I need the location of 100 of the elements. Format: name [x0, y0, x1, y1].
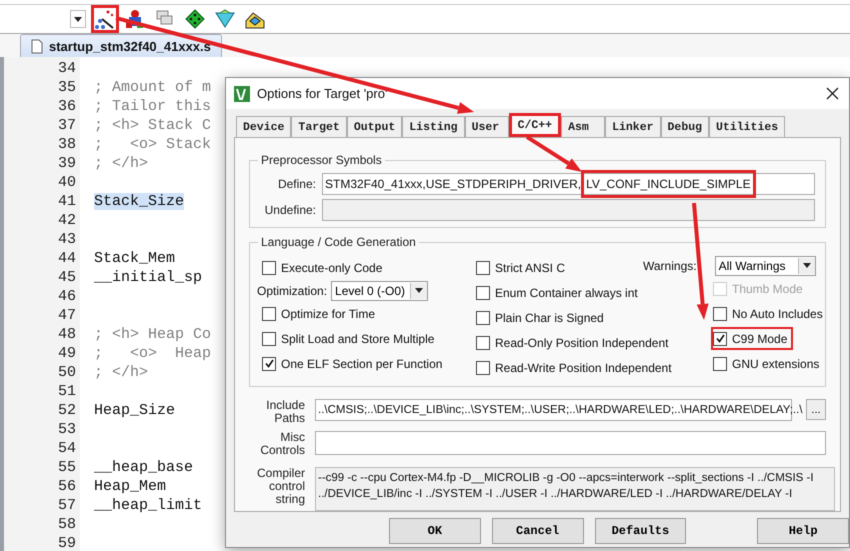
- line-number: 51: [56, 382, 77, 401]
- caret-icon: [415, 288, 424, 294]
- code-line: ; </h>: [94, 155, 148, 172]
- code-line: ; <o> Stack: [94, 136, 212, 153]
- field-text: STM32F40_41xxx,USE_STDPERIPH_DRIVER,: [325, 177, 582, 192]
- checkbox[interactable]: [713, 356, 727, 371]
- tab[interactable]: Listing: [402, 116, 465, 138]
- checkbox-label: Enum Container always int: [495, 286, 638, 300]
- check-icon: [264, 359, 274, 368]
- checkbox[interactable]: [713, 332, 727, 346]
- checkbox[interactable]: [262, 356, 276, 371]
- group-title: Preprocessor Symbols: [258, 153, 385, 168]
- browse-button[interactable]: ...: [806, 399, 826, 420]
- checkbox[interactable]: [476, 310, 490, 325]
- checkbox[interactable]: [262, 306, 276, 321]
- line-number: 54: [56, 439, 77, 458]
- dialog-button[interactable]: OK: [389, 518, 481, 544]
- wand-icon: [95, 9, 115, 29]
- checkbox-label: Execute-only Code: [281, 260, 382, 275]
- code-line: ; <o> Heap: [94, 345, 212, 362]
- tab[interactable]: Output: [346, 116, 402, 138]
- code-line: ; Amount of m: [94, 79, 212, 96]
- line-number: 59: [56, 534, 77, 551]
- checkbox[interactable]: [476, 260, 490, 275]
- diamond-icon: [185, 9, 205, 29]
- line-number: 36: [56, 97, 77, 116]
- dialog-button[interactable]: Help: [757, 518, 849, 544]
- app-icon: [234, 86, 250, 102]
- line-number: 48: [56, 325, 77, 344]
- code-line: __heap_base: [94, 459, 194, 476]
- checkbox[interactable]: [713, 306, 727, 321]
- checkbox[interactable]: [262, 260, 276, 275]
- tab[interactable]: Utilities: [709, 116, 786, 138]
- close-icon[interactable]: [826, 87, 839, 100]
- define-field[interactable]: STM32F40_41xxx,USE_STDPERIPH_DRIVER, LV_CONF_INCLUDE_SIMPLE: [322, 173, 815, 196]
- tab[interactable]: Target: [291, 116, 347, 138]
- code-line: Heap_Mem: [94, 478, 166, 495]
- line-number: 47: [56, 306, 77, 325]
- field-label: Define:: [276, 177, 316, 192]
- line-number: 43: [56, 230, 77, 249]
- dropdown[interactable]: All Warnings: [714, 256, 816, 276]
- code-line: ; <h> Heap Co: [94, 326, 212, 343]
- dropdown[interactable]: Level 0 (-O0): [331, 280, 428, 301]
- tab[interactable]: Device: [236, 116, 292, 138]
- highlighted-text: LV_CONF_INCLUDE_SIMPLE: [581, 170, 756, 198]
- code-line: ; <h> Stack C: [94, 117, 212, 134]
- line-number: 35: [56, 78, 77, 97]
- components-icon: [125, 9, 145, 29]
- tab[interactable]: User: [464, 116, 509, 138]
- code-line: __heap_limit: [94, 497, 202, 514]
- field-label: Misc Controls: [259, 431, 305, 458]
- highlighted-checkbox-row[interactable]: C99 Mode: [711, 327, 794, 350]
- misc-controls-field[interactable]: [315, 431, 826, 456]
- checkbox[interactable]: [262, 332, 276, 346]
- select-label: Optimization:: [257, 284, 328, 298]
- code-line: __initial_sp: [94, 269, 202, 286]
- tab[interactable]: Debug: [660, 116, 710, 138]
- line-number: 53: [56, 420, 77, 439]
- field-text: ..\CMSIS;..\DEVICE_LIB\inc;..\SYSTEM;..\USER;..\HARDWARE\LED;..\HARDWARE\DELAY;..\: [318, 404, 802, 416]
- file-tab[interactable]: startup_stm32f40_41xxx.s: [20, 34, 222, 57]
- compiler-string-field[interactable]: --c99 -c --cpu Cortex-M4.fp -D__MICROLIB -g -O0 --apcs=interwork --split_sections -I ../CMSIS -I ../DEVICE_LIB/inc -I ../SYSTEM -I ../USER -I ../HARDWARE/LED -I ../HARDWARE/DELAY -I: [315, 467, 835, 512]
- annotation-arrow: [526, 135, 582, 172]
- checkbox-label: Plain Char is Signed: [495, 310, 604, 325]
- tab[interactable]: Asm: [561, 116, 606, 138]
- line-number: 56: [56, 477, 77, 496]
- line-number: 58: [56, 515, 77, 534]
- line-number: 49: [56, 344, 77, 363]
- line-number: 39: [56, 154, 77, 173]
- line-number: 45: [56, 268, 77, 287]
- field-label: Compiler control string: [256, 467, 305, 506]
- checkbox[interactable]: [476, 336, 490, 350]
- tab[interactable]: Linker: [605, 116, 661, 138]
- checkbox-label: GNU extensions: [732, 356, 820, 371]
- line-number: 37: [56, 116, 77, 135]
- dialog-button[interactable]: Cancel: [492, 518, 584, 544]
- checkbox[interactable]: [476, 286, 490, 300]
- code-line: Heap_Size: [94, 402, 176, 419]
- code-line: Stack_Mem: [94, 250, 176, 267]
- line-number: 55: [56, 458, 77, 477]
- caret-icon: [802, 263, 811, 268]
- field-label: Include Paths: [265, 399, 305, 426]
- line-number: 57: [56, 496, 77, 515]
- checkbox-label: Read-Only Position Independent: [495, 336, 668, 350]
- line-number: 34: [56, 59, 77, 78]
- checkbox-label: Optimize for Time: [281, 306, 376, 321]
- code-line: ; Tailor this: [94, 98, 212, 115]
- line-number: 44: [56, 249, 77, 268]
- checkbox-label: Read-Write Position Independent: [495, 360, 672, 375]
- checkbox-label: One ELF Section per Function: [281, 356, 442, 371]
- line-number: 46: [56, 287, 77, 306]
- dropdown[interactable]: [70, 10, 86, 28]
- line-number: 41: [56, 192, 77, 211]
- window-title: Options for Target 'pro': [257, 86, 388, 102]
- line-number: 42: [56, 211, 77, 230]
- tab[interactable]: C/C++: [508, 113, 562, 138]
- checkbox-label: No Auto Includes: [732, 306, 823, 321]
- caret-icon: [74, 16, 82, 22]
- line-number: 38: [56, 135, 77, 154]
- dialog-button[interactable]: Defaults: [594, 518, 686, 544]
- checkbox[interactable]: [476, 360, 490, 375]
